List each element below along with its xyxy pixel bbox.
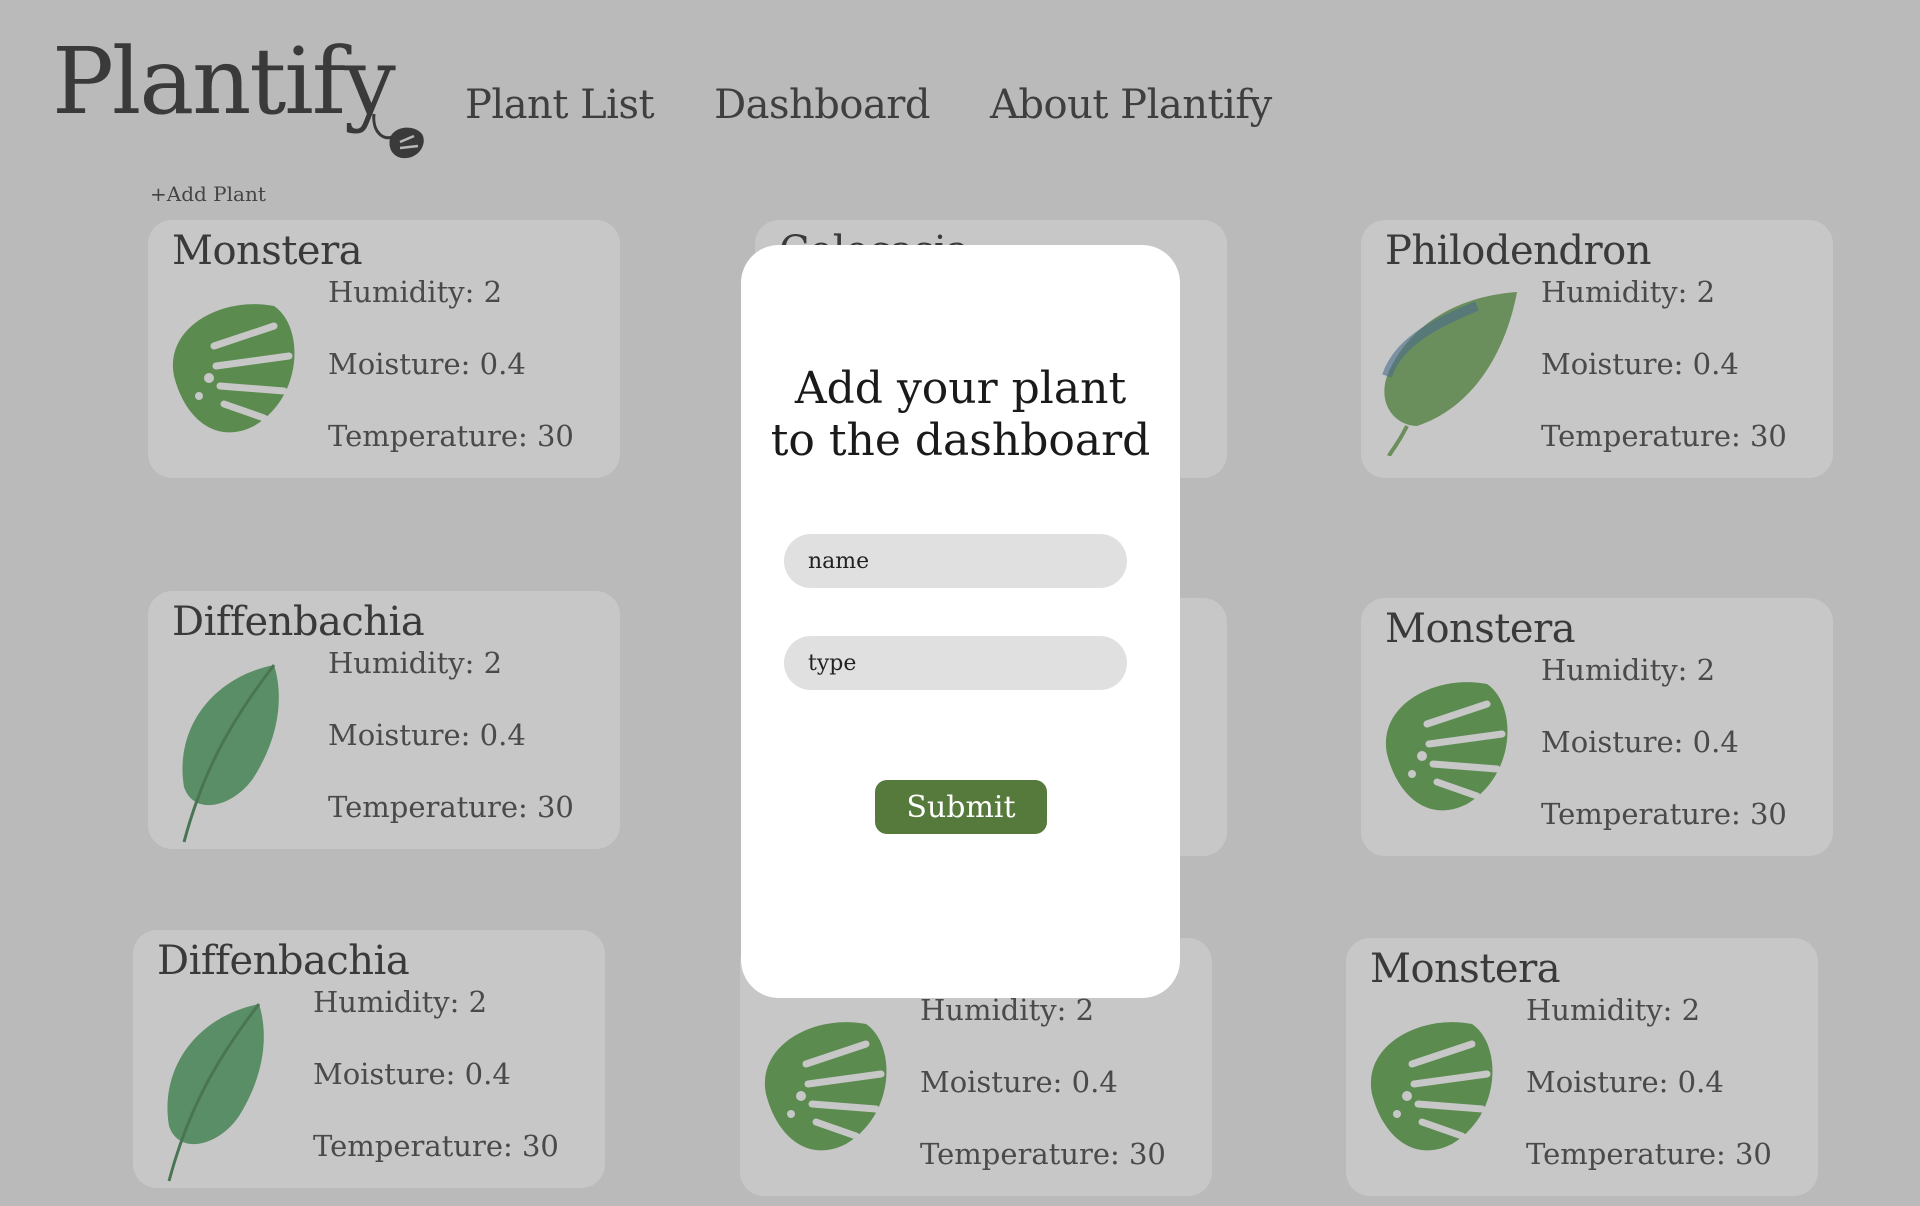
main-nav: Plant List Dashboard About Plantify	[465, 82, 1272, 128]
humidity-value: Humidity: 2	[1541, 275, 1716, 309]
humidity-value: Humidity: 2	[920, 993, 1095, 1027]
temperature-value: Temperature: 30	[1526, 1137, 1772, 1171]
temperature-value: Temperature: 30	[1541, 797, 1787, 831]
humidity-value: Humidity: 2	[1541, 653, 1716, 687]
diffenbachia-leaf-icon	[154, 657, 294, 851]
plant-name: Diffenbachia	[157, 938, 410, 984]
philodendron-leaf-icon	[1367, 286, 1527, 460]
moisture-value: Moisture: 0.4	[328, 347, 526, 381]
moisture-value: Moisture: 0.4	[313, 1057, 511, 1091]
temperature-value: Temperature: 30	[328, 790, 574, 824]
plant-card[interactable]: Philodendron Humidity: 2 Moisture: 0.4 Temp…	[1361, 220, 1833, 478]
monstera-leaf-icon	[746, 1004, 896, 1158]
plant-card[interactable]: Monstera Humidity: 2 Moisture: 0.4 Temperat…	[1361, 598, 1833, 856]
plant-name: Monstera	[1385, 606, 1576, 652]
humidity-value: Humidity: 2	[328, 275, 503, 309]
moisture-value: Moisture: 0.4	[1541, 347, 1739, 381]
plant-name: Monstera	[1370, 946, 1561, 992]
moisture-value: Moisture: 0.4	[1526, 1065, 1724, 1099]
humidity-value: Humidity: 2	[328, 646, 503, 680]
moisture-value: Moisture: 0.4	[328, 718, 526, 752]
plant-card[interactable]: Monstera Humidity: 2 Moisture: 0.4 Temperat…	[1346, 938, 1818, 1196]
plant-name: Philodendron	[1385, 228, 1651, 274]
plant-name: Monstera	[172, 228, 363, 274]
plantify-logo[interactable]: Plantify	[52, 36, 396, 128]
monstera-leaf-icon	[154, 286, 304, 440]
nav-dashboard[interactable]: Dashboard	[714, 82, 930, 128]
humidity-value: Humidity: 2	[1526, 993, 1701, 1027]
monstera-leaf-icon	[1367, 664, 1517, 818]
monstera-leaf-icon	[1352, 1004, 1502, 1158]
modal-title-line-2: to the dashboard	[770, 415, 1151, 466]
moisture-value: Moisture: 0.4	[920, 1065, 1118, 1099]
plant-name: Diffenbachia	[172, 599, 425, 645]
diffenbachia-leaf-icon	[139, 996, 279, 1190]
temperature-value: Temperature: 30	[920, 1137, 1166, 1171]
moisture-value: Moisture: 0.4	[1541, 725, 1739, 759]
modal-title: Add your plant to the dashboard	[741, 363, 1180, 467]
type-input[interactable]	[784, 636, 1127, 690]
humidity-value: Humidity: 2	[313, 985, 488, 1019]
name-input[interactable]	[784, 534, 1127, 588]
modal-title-line-1: Add your plant	[794, 363, 1127, 414]
plant-card[interactable]: Diffenbachia Humidity: 2 Moisture: 0.4 Temp…	[148, 591, 620, 849]
nav-about[interactable]: About Plantify	[990, 82, 1272, 128]
temperature-value: Temperature: 30	[328, 419, 574, 453]
submit-button[interactable]: Submit	[875, 780, 1047, 834]
add-plant-link[interactable]: +Add Plant	[150, 182, 266, 206]
plant-card[interactable]: Diffenbachia Humidity: 2 Moisture: 0.4 Temp…	[133, 930, 605, 1188]
temperature-value: Temperature: 30	[313, 1129, 559, 1163]
plant-card[interactable]: Monstera Humidity: 2 Moisture: 0.4 Temperat…	[148, 220, 620, 478]
nav-plant-list[interactable]: Plant List	[465, 82, 655, 128]
vine-leaf-logo-icon	[372, 113, 424, 159]
temperature-value: Temperature: 30	[1541, 419, 1787, 453]
add-plant-modal: Add your plant to the dashboard Submit	[741, 245, 1180, 998]
